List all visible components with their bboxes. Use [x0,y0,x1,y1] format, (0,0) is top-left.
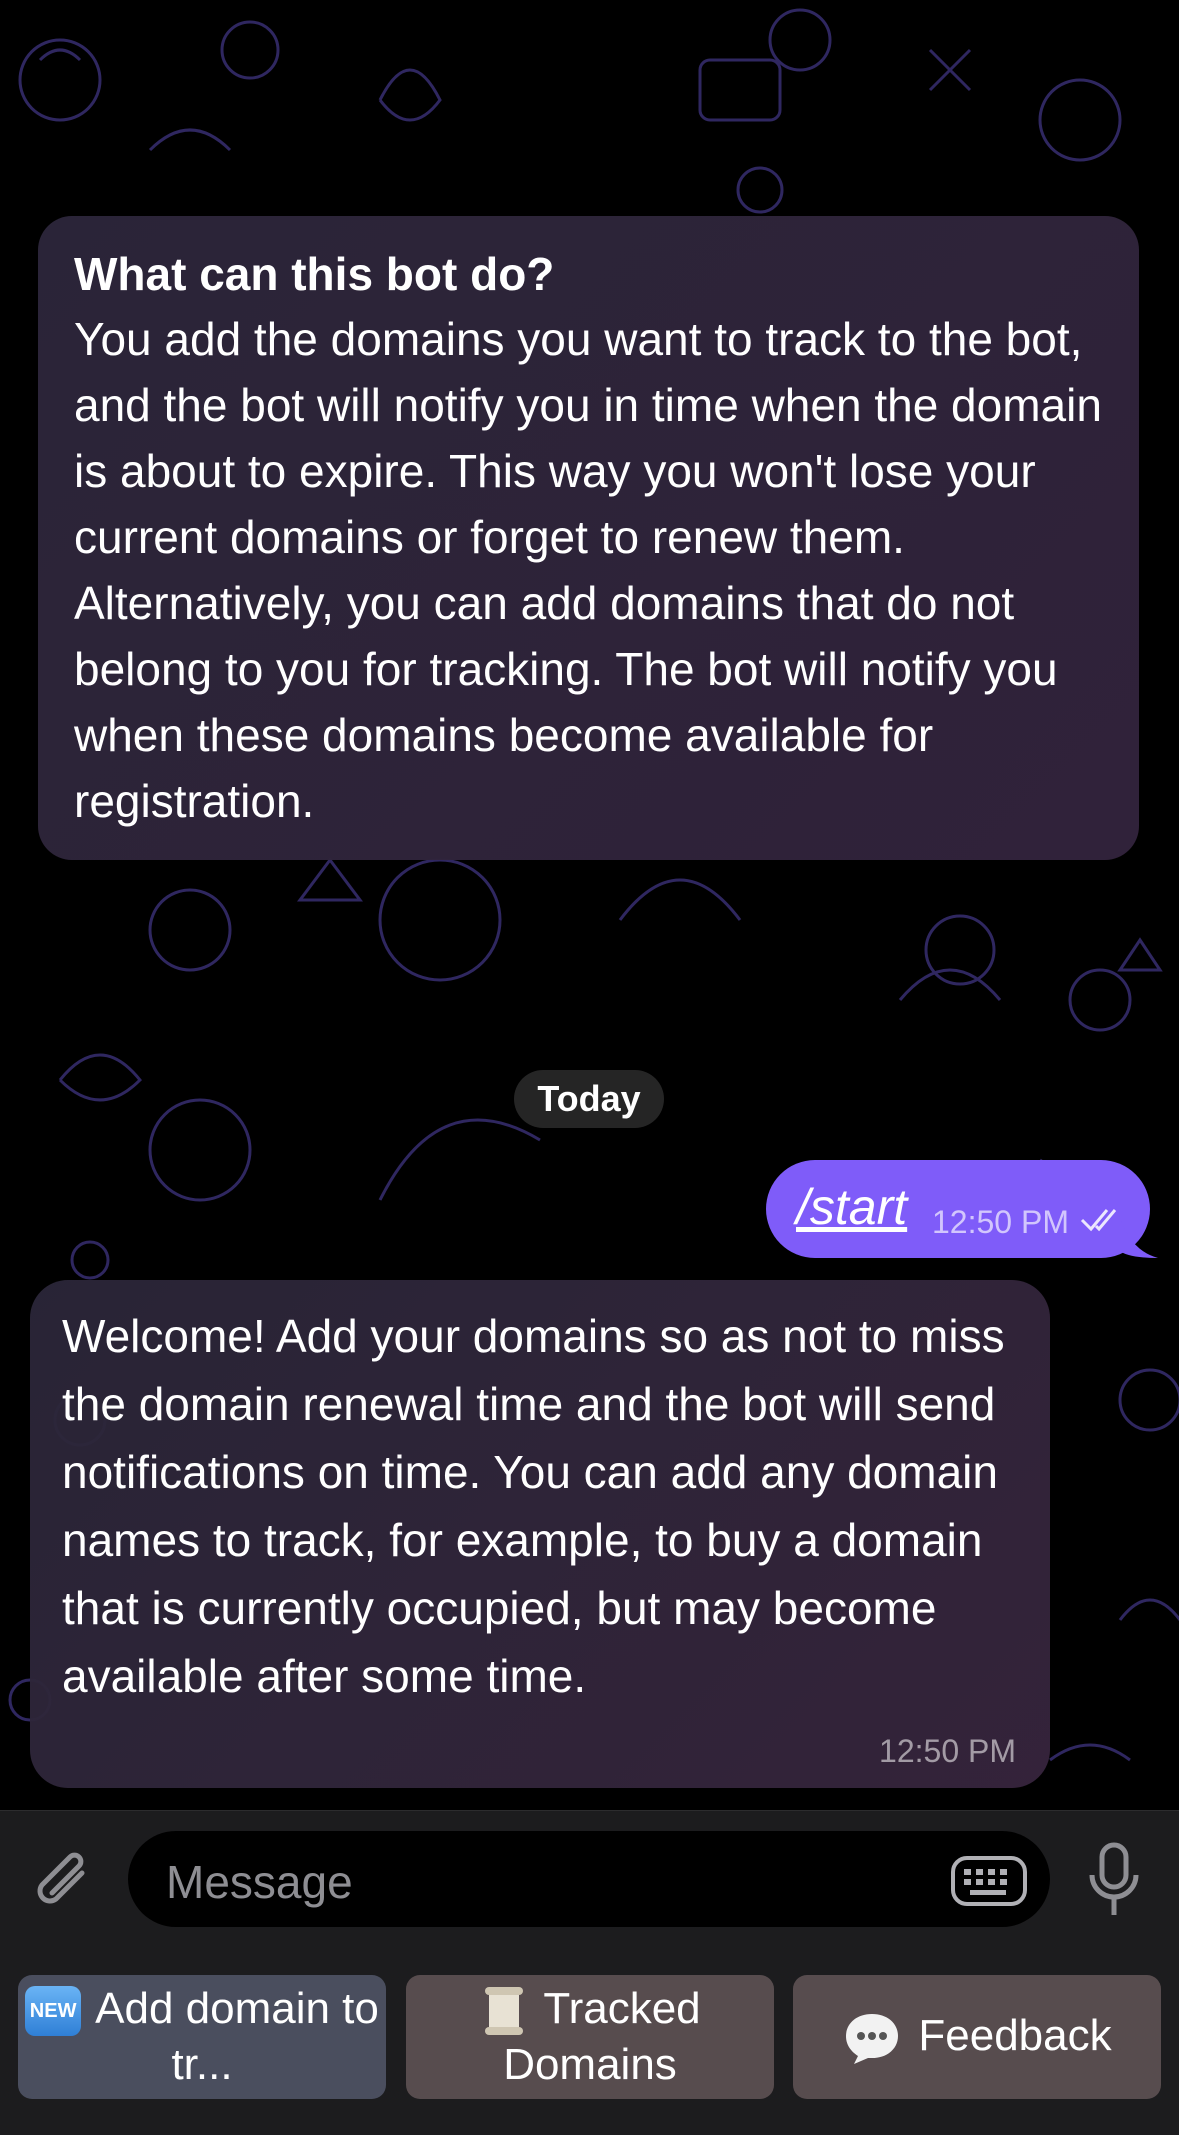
message-input-placeholder: Message [166,1856,353,1908]
outgoing-message[interactable]: /start 12:50 PM [766,1160,1150,1258]
outgoing-bubble-tail [1118,1210,1158,1258]
bot-description-bubble: What can this bot do? You add the domain… [38,216,1139,860]
bot-reply-keyboard: NEW Add domain to tr... Tracked Domains F… [0,1945,1179,2135]
add-domain-button[interactable]: NEW Add domain to tr... [18,1975,386,2099]
incoming-message-text: Welcome! Add your domains so as not to m… [62,1310,1005,1702]
message-input[interactable]: Message [128,1831,1050,1927]
feedback-label: Feedback [918,2010,1112,2060]
paperclip-icon[interactable] [30,1843,100,1917]
keyboard-icon[interactable] [950,1855,1028,1907]
scroll-icon [485,1987,524,2036]
bot-description-text: You add the domains you want to track to… [74,313,1102,827]
message-composer: Message [0,1810,1179,1946]
outgoing-message-text[interactable]: /start [796,1178,907,1236]
outgoing-message-time: 12:50 PM [932,1204,1069,1240]
date-separator: Today [514,1070,664,1128]
add-domain-label: Add domain to tr... [95,1984,379,2089]
speech-bubble-icon [846,2014,899,2065]
incoming-message-time: 12:50 PM [879,1733,1016,1769]
microphone-icon[interactable] [1084,1841,1144,1921]
new-badge-icon: NEW [25,1986,82,2037]
feedback-button[interactable]: Feedback [793,1975,1161,2099]
bot-description-title: What can this bot do? [74,248,555,300]
tracked-domains-button[interactable]: Tracked Domains [406,1975,774,2099]
incoming-message[interactable]: Welcome! Add your domains so as not to m… [30,1280,1050,1788]
tracked-domains-label: Tracked Domains [503,1983,701,2090]
